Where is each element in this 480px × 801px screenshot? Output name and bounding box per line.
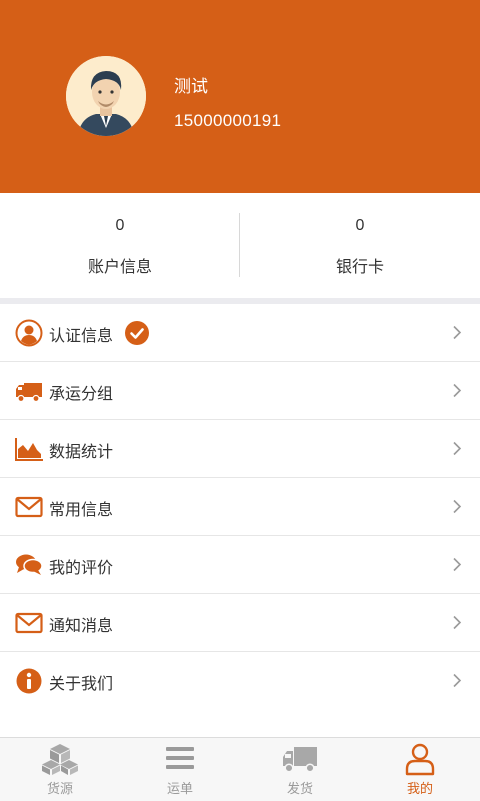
envelope-icon: [15, 612, 43, 634]
user-phone: 15000000191: [174, 111, 282, 130]
menu-item-my-reviews[interactable]: 我的评价: [0, 536, 480, 594]
menu-label: 承运分组: [49, 384, 114, 403]
truck-icon: [283, 747, 317, 773]
tab-mine[interactable]: 我的: [360, 738, 480, 801]
menu-item-carrier-group[interactable]: 承运分组: [0, 362, 480, 420]
menu-label: 认证信息: [49, 326, 114, 345]
chevron-right-icon: [453, 441, 462, 456]
boxes-icon: [42, 744, 78, 775]
chevron-right-icon: [453, 615, 462, 630]
tab-waybill[interactable]: 运单: [120, 738, 240, 801]
menu-item-statistics[interactable]: 数据统计: [0, 420, 480, 478]
verified-check-icon: [125, 321, 149, 345]
user-circle-icon: [15, 319, 43, 347]
chevron-right-icon: [453, 325, 462, 340]
chevron-right-icon: [453, 499, 462, 514]
menu-label: 通知消息: [49, 616, 114, 635]
stat-label: 银行卡: [335, 257, 384, 276]
menu-label: 我的评价: [49, 558, 114, 577]
tab-label: 发货: [286, 782, 313, 797]
menu-item-about-us[interactable]: 关于我们: [0, 652, 480, 709]
stat-account-info[interactable]: 0 账户信息: [0, 193, 240, 298]
list-icon: [166, 747, 194, 769]
info-icon: [16, 668, 42, 694]
menu-item-common-info[interactable]: 常用信息: [0, 478, 480, 536]
comments-icon: [16, 554, 43, 575]
tab-label: 我的: [406, 782, 433, 797]
avatar[interactable]: [66, 56, 146, 136]
menu-item-notifications[interactable]: 通知消息: [0, 594, 480, 652]
user-name: 测试: [174, 77, 208, 97]
menu-item-verification[interactable]: 认证信息: [0, 304, 480, 362]
chevron-right-icon: [453, 557, 462, 572]
stats-bar: 0 账户信息 0 银行卡: [0, 193, 480, 298]
area-chart-icon: [15, 438, 43, 461]
avatar-image: [66, 56, 146, 136]
bottom-tab-bar: 货源 运单 发货 我的: [0, 737, 480, 801]
tab-cargo-source[interactable]: 货源: [0, 738, 120, 801]
tab-ship[interactable]: 发货: [240, 738, 360, 801]
stat-bank-card[interactable]: 0 银行卡: [240, 193, 480, 298]
envelope-icon: [15, 496, 43, 518]
menu-label: 常用信息: [49, 500, 114, 519]
tab-label: 货源: [46, 782, 73, 797]
truck-icon: [16, 383, 42, 403]
menu-label: 关于我们: [49, 674, 114, 693]
profile-header: 测试 15000000191: [0, 0, 480, 193]
menu-list: 认证信息 承运分组 数据统计 常用信息 我的评价 通知消息 关于我们: [0, 304, 480, 709]
stat-value: 0: [115, 217, 125, 234]
stat-label: 账户信息: [87, 257, 152, 276]
user-icon: [405, 743, 435, 776]
menu-label: 数据统计: [49, 442, 114, 461]
stat-value: 0: [355, 217, 365, 234]
chevron-right-icon: [453, 383, 462, 398]
tab-label: 运单: [166, 782, 193, 797]
chevron-right-icon: [453, 673, 462, 688]
